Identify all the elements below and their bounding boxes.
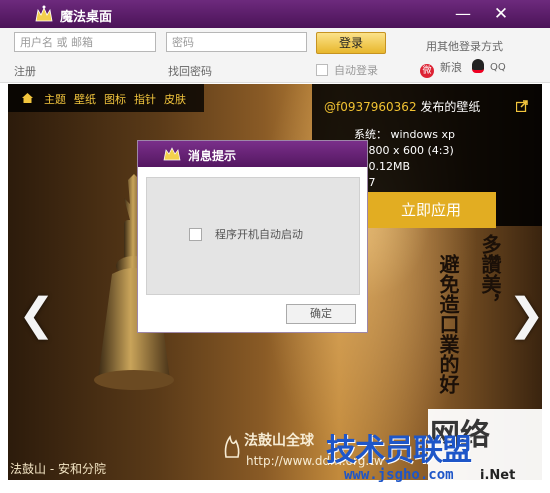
forgot-password-link[interactable]: 找回密码: [168, 63, 212, 79]
login-bar: 登录 注册 找回密码 自动登录 用其他登录方式 微新浪 QQ: [0, 28, 550, 83]
title-bar: 魔法桌面 — ✕: [0, 0, 550, 28]
app-logo-icon: [35, 5, 53, 22]
uploader-line: @f0937960362 发布的壁纸: [324, 98, 480, 115]
qq-login[interactable]: QQ: [472, 59, 506, 73]
spec-system: 系统： windows xp: [354, 128, 455, 141]
ok-button[interactable]: 确定: [286, 304, 356, 324]
spec-resolution: ： 800 x 600 (4:3): [354, 144, 454, 157]
next-wallpaper-arrow-icon[interactable]: ❯: [508, 289, 542, 340]
watermark-net: i.Net: [480, 468, 516, 483]
dharma-drum-name: 法鼓山全球: [244, 433, 314, 449]
dialog-title: 消息提示: [188, 149, 237, 163]
external-link-icon[interactable]: [516, 100, 528, 112]
autologin-option[interactable]: 自动登录: [316, 62, 378, 78]
username-input[interactable]: [14, 32, 156, 52]
watermark-url: www.jsgho.com: [344, 467, 454, 483]
nav-item-skins[interactable]: 皮肤: [164, 91, 186, 107]
dialog-logo-icon: [163, 147, 181, 161]
weibo-label: 新浪: [440, 61, 462, 74]
category-nav: 主题 壁纸 图标 指针 皮肤: [8, 84, 204, 112]
qq-penguin-icon: [472, 59, 484, 73]
previous-wallpaper-arrow-icon[interactable]: ❮: [18, 289, 55, 340]
other-login-label: 用其他登录方式: [426, 40, 503, 53]
minimize-button[interactable]: —: [452, 4, 474, 24]
register-link[interactable]: 注册: [14, 63, 36, 79]
message-dialog: 消息提示 程序开机自动启动 确定: [137, 140, 368, 333]
app-title: 魔法桌面: [60, 10, 113, 25]
autostart-checkbox[interactable]: [189, 228, 202, 241]
apply-now-button[interactable]: 立即应用: [366, 192, 496, 228]
temple-branch-caption: 法鼓山 - 安和分院: [10, 462, 106, 476]
close-button[interactable]: ✕: [490, 4, 512, 24]
nav-item-wallpapers[interactable]: 壁纸: [74, 91, 96, 107]
watermark-site-name: 技术员联盟: [326, 433, 472, 468]
password-input[interactable]: [166, 32, 307, 52]
qq-label: QQ: [490, 62, 506, 73]
weibo-login[interactable]: 微新浪: [420, 59, 462, 78]
nav-item-cursors[interactable]: 指针: [134, 91, 156, 107]
nav-item-icons[interactable]: 图标: [104, 91, 126, 107]
nav-item-themes[interactable]: 主题: [44, 91, 66, 107]
autostart-label[interactable]: 程序开机自动启动: [215, 226, 303, 242]
home-icon[interactable]: [22, 93, 33, 103]
dharma-drum-logo-icon: [224, 435, 240, 458]
calligraphy-line-2: 避免造口業的好: [436, 254, 460, 394]
autologin-label: 自动登录: [334, 64, 378, 77]
autologin-checkbox[interactable]: [316, 64, 328, 76]
dialog-body: 程序开机自动启动: [146, 177, 360, 295]
dialog-header: 消息提示: [138, 141, 367, 167]
weibo-icon: 微: [420, 64, 434, 78]
uploader-suffix: 发布的壁纸: [420, 100, 481, 114]
uploader-name[interactable]: @f0937960362: [324, 100, 417, 114]
login-button[interactable]: 登录: [316, 32, 386, 54]
calligraphy-line-1: 多讚美，: [478, 234, 502, 314]
